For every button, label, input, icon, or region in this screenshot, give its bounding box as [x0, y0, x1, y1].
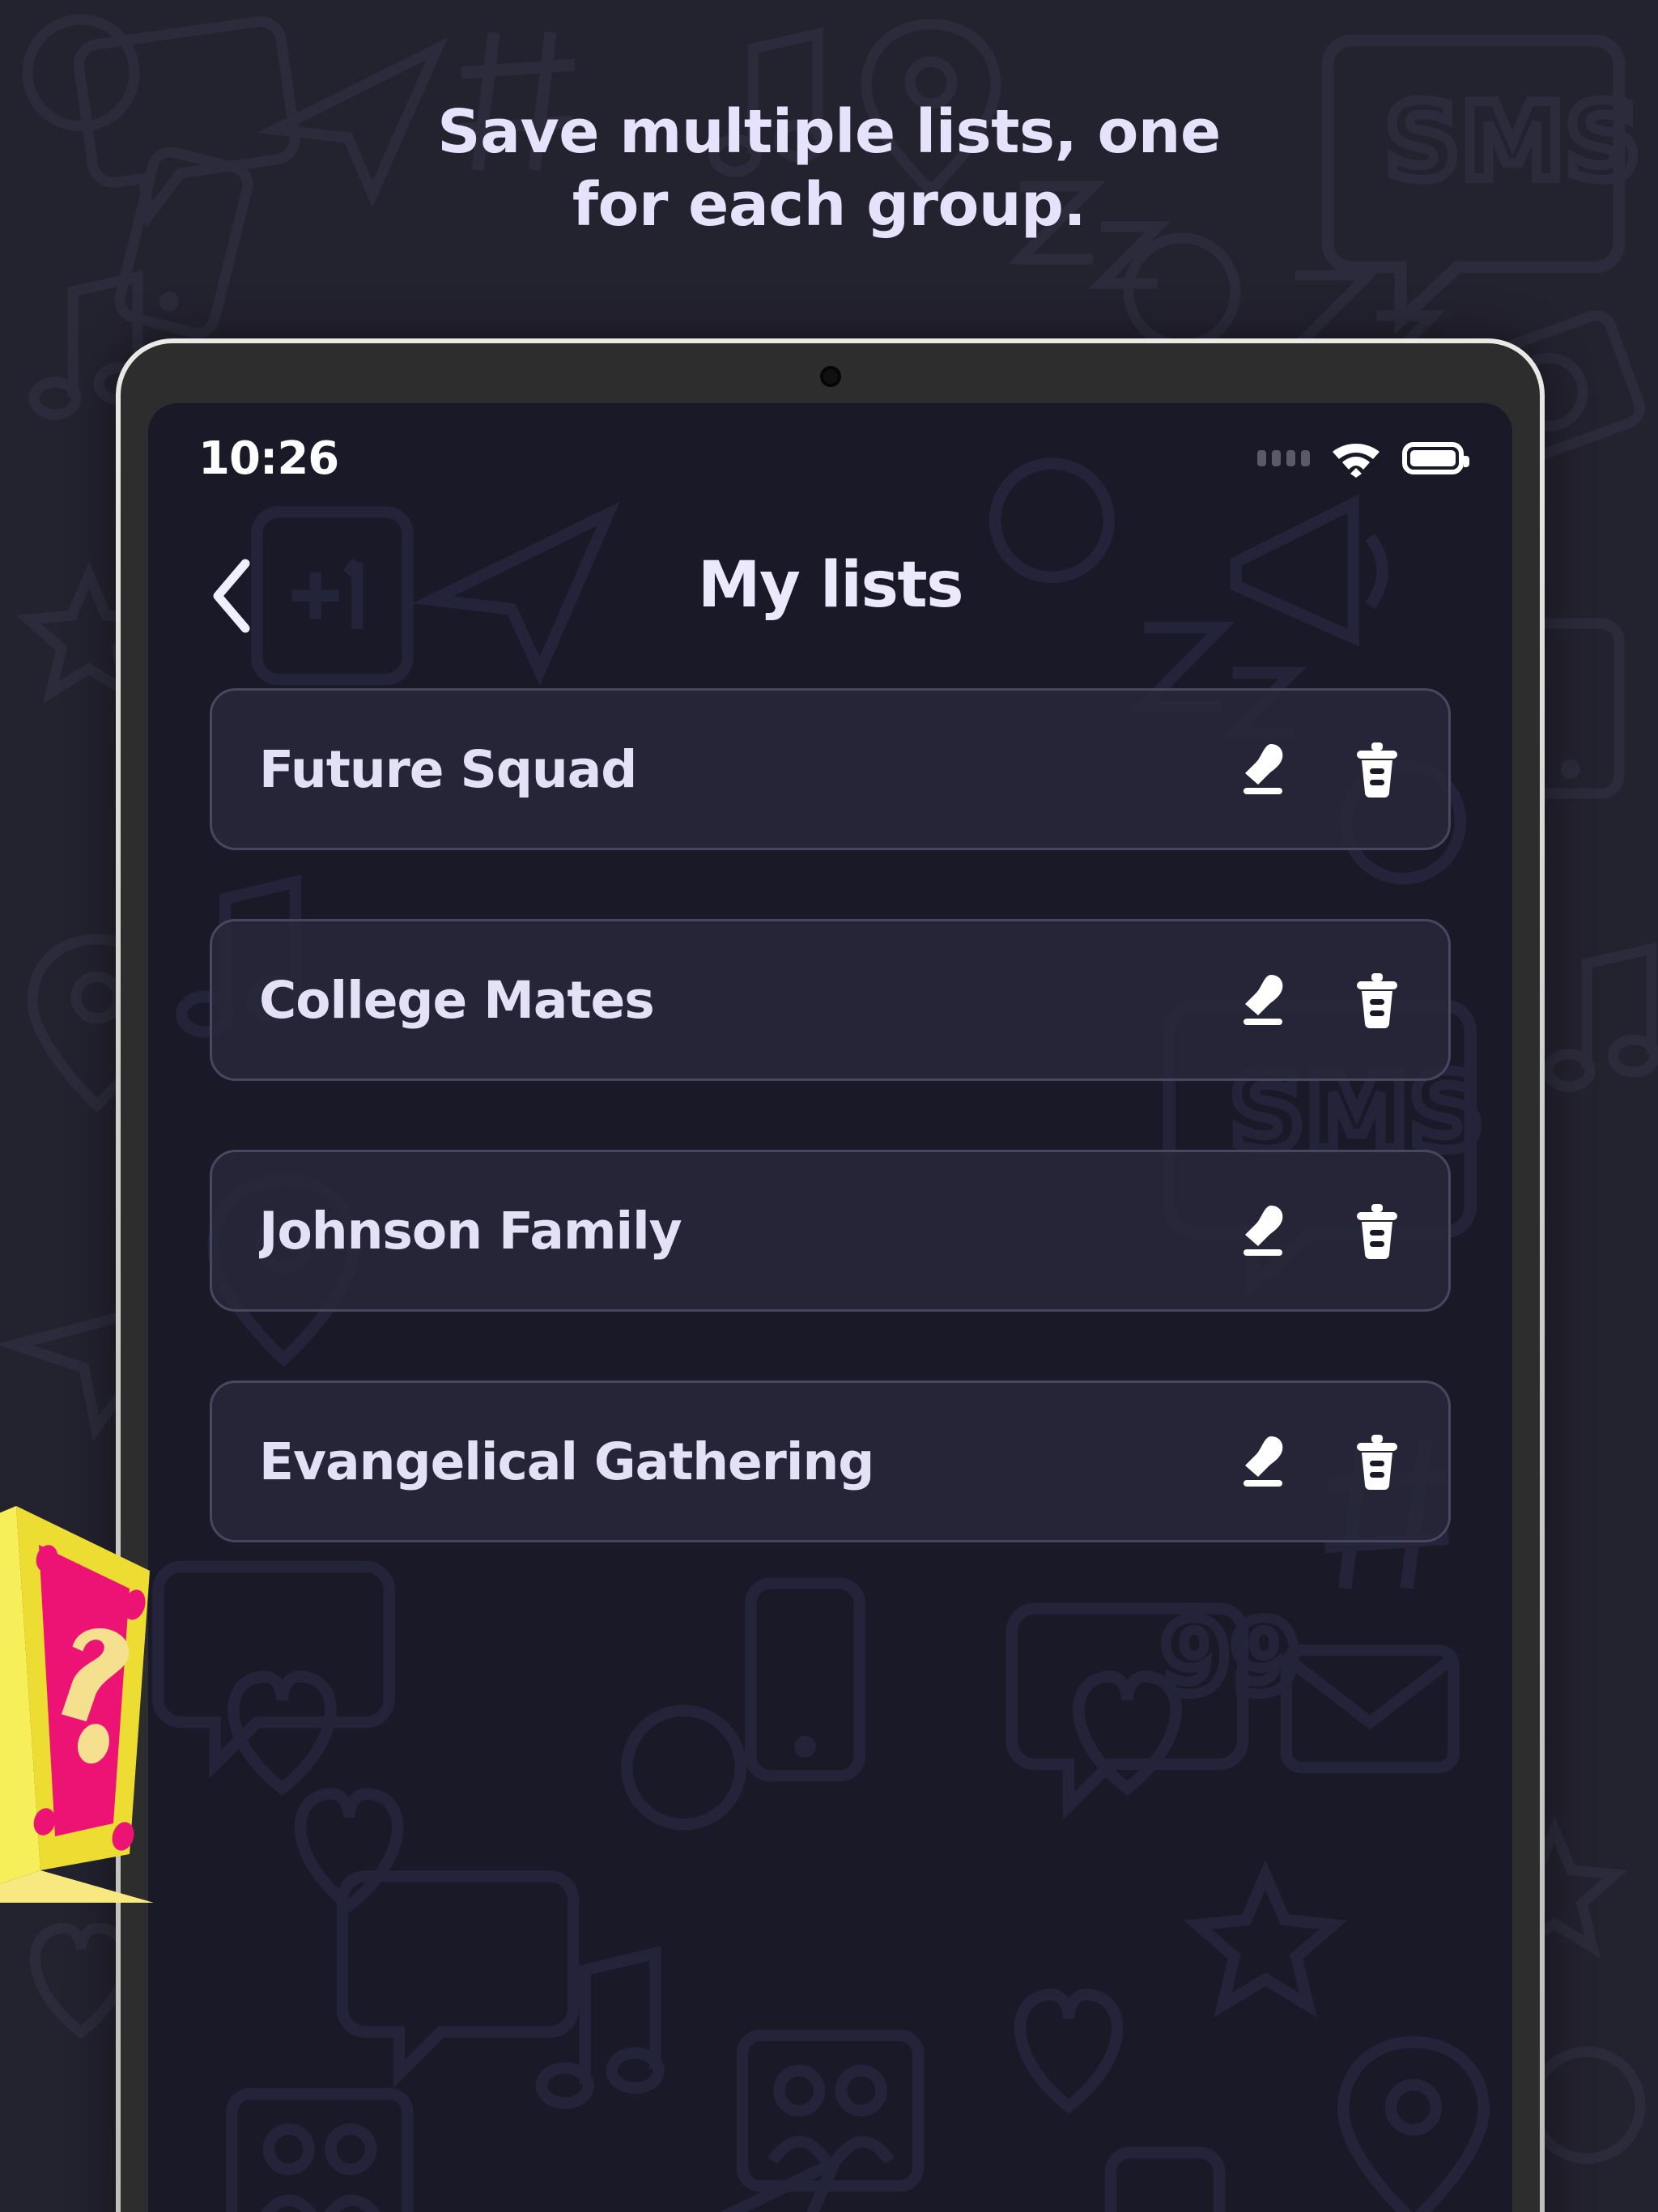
edit-list-button[interactable] [1235, 1199, 1293, 1262]
headline-line-2: for each group. [572, 170, 1086, 240]
front-camera-icon [819, 366, 841, 387]
status-time: 10:26 [198, 432, 339, 485]
trash-delete-icon [1357, 1435, 1397, 1490]
app-header: My lists [148, 513, 1512, 683]
delete-list-button[interactable] [1348, 1199, 1406, 1262]
list-item-actions [1235, 1199, 1406, 1262]
device-mockup: 99 SMS [116, 338, 1545, 2212]
edit-list-button[interactable] [1235, 738, 1293, 801]
pencil-edit-icon [1244, 975, 1283, 1025]
pencil-edit-icon [1244, 1206, 1283, 1256]
delete-list-button[interactable] [1348, 738, 1406, 801]
delete-list-button[interactable] [1348, 968, 1406, 1032]
list-item-actions [1235, 968, 1406, 1032]
trash-delete-icon [1357, 973, 1397, 1028]
status-bar: 10:26 [148, 403, 1512, 513]
delete-list-button[interactable] [1348, 1430, 1406, 1493]
promo-page: SMS [0, 0, 1658, 2212]
list-item-actions [1235, 738, 1406, 801]
page-title: My lists [697, 549, 964, 622]
headline-line-1: Save multiple lists, one [437, 97, 1221, 167]
pencil-edit-icon [1244, 744, 1283, 794]
trash-delete-icon [1357, 742, 1397, 798]
list-item-actions [1235, 1430, 1406, 1493]
list-item[interactable]: Evangelical Gathering [210, 1380, 1451, 1542]
wifi-icon [1333, 444, 1380, 478]
list-item-label: Evangelical Gathering [259, 1431, 874, 1491]
battery-full-icon [1402, 442, 1469, 474]
list-item-label: Future Squad [259, 739, 637, 799]
lists-container: Future Squad College Mates Johnson Famil… [148, 688, 1512, 1611]
promo-headline: Save multiple lists, one for each group. [0, 96, 1658, 242]
list-item[interactable]: College Mates [210, 919, 1451, 1081]
list-item[interactable]: Future Squad [210, 688, 1451, 850]
signal-dots-icon [1257, 450, 1310, 466]
question-block-3d-icon [0, 1506, 154, 1903]
list-item[interactable]: Johnson Family [210, 1150, 1451, 1312]
edit-list-button[interactable] [1235, 1430, 1293, 1493]
pencil-edit-icon [1244, 1436, 1283, 1487]
device-screen: 99 SMS [148, 403, 1512, 2212]
trash-delete-icon [1357, 1204, 1397, 1259]
list-item-label: College Mates [259, 970, 655, 1030]
device-bezel: 99 SMS [121, 343, 1540, 2212]
list-item-label: Johnson Family [259, 1201, 682, 1261]
edit-list-button[interactable] [1235, 968, 1293, 1032]
status-indicators [1257, 439, 1469, 478]
